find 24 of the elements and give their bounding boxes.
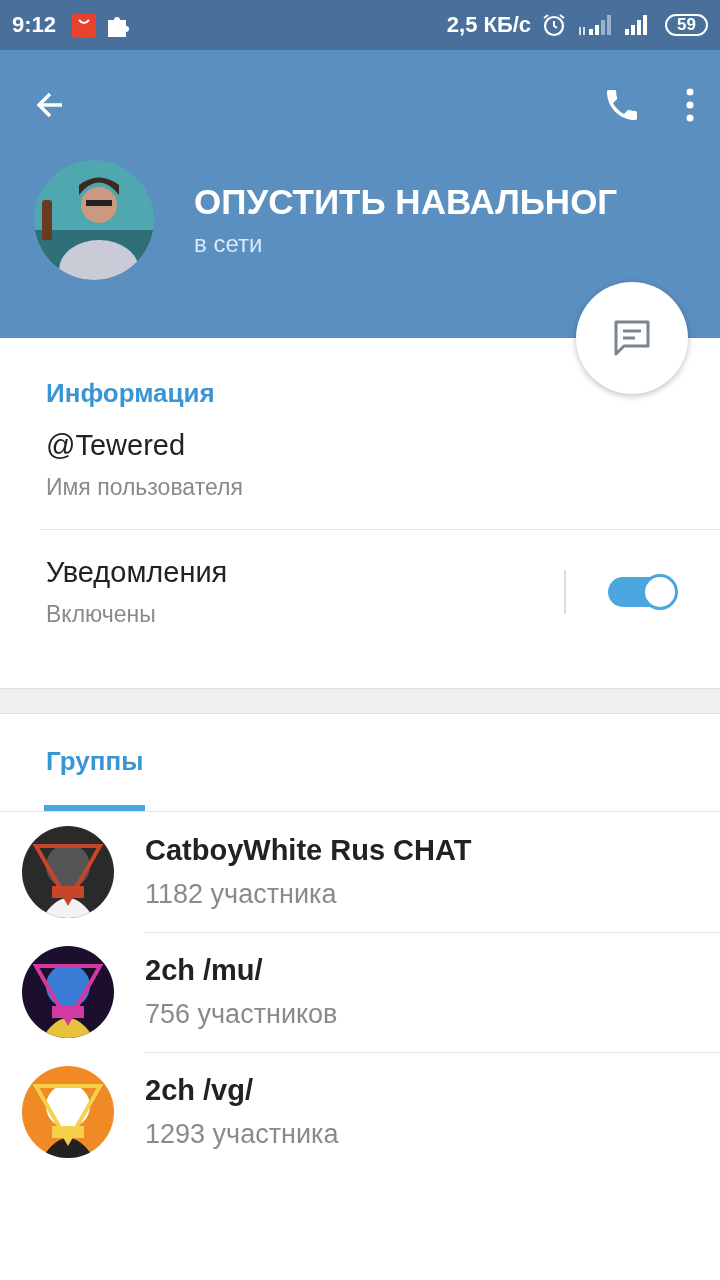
toggle-switch[interactable] (606, 572, 678, 612)
battery-indicator: 59 (665, 14, 708, 36)
group-name: 2ch /vg/ (145, 1074, 254, 1107)
shopping-bag-icon (72, 12, 97, 38)
chat-title: ОПУСТИТЬ НАВАЛЬНОГ (194, 182, 619, 222)
group-name: 2ch /mu/ (145, 953, 264, 987)
group-item[interactable]: 2ch /mu/ 756 участников (0, 932, 720, 1052)
online-status: в сети (194, 230, 264, 258)
group-name: CatboyWhite Rus CHAT (145, 833, 473, 867)
network-speed: 2,5 КБ/с (446, 12, 532, 38)
message-button[interactable] (576, 282, 688, 394)
group-item[interactable]: 2ch /vg/ 1293 участника (0, 1052, 720, 1172)
section-heading: Информация (45, 377, 216, 410)
member-count: 1182 участника (145, 878, 338, 910)
member-count: 756 участников (145, 998, 339, 1030)
group-item[interactable]: CatboyWhite Rus CHAT 1182 участника (0, 812, 720, 932)
clock: 9:12 (12, 12, 57, 38)
username: @Tewered (46, 429, 187, 462)
notifications-label: Уведомления (46, 556, 229, 589)
notifications-status: Включены (46, 601, 157, 628)
more-icon (684, 87, 696, 123)
member-count: 1293 участника (145, 1119, 340, 1150)
signal-icon (577, 13, 614, 37)
username-label: Имя пользователя (46, 474, 244, 501)
